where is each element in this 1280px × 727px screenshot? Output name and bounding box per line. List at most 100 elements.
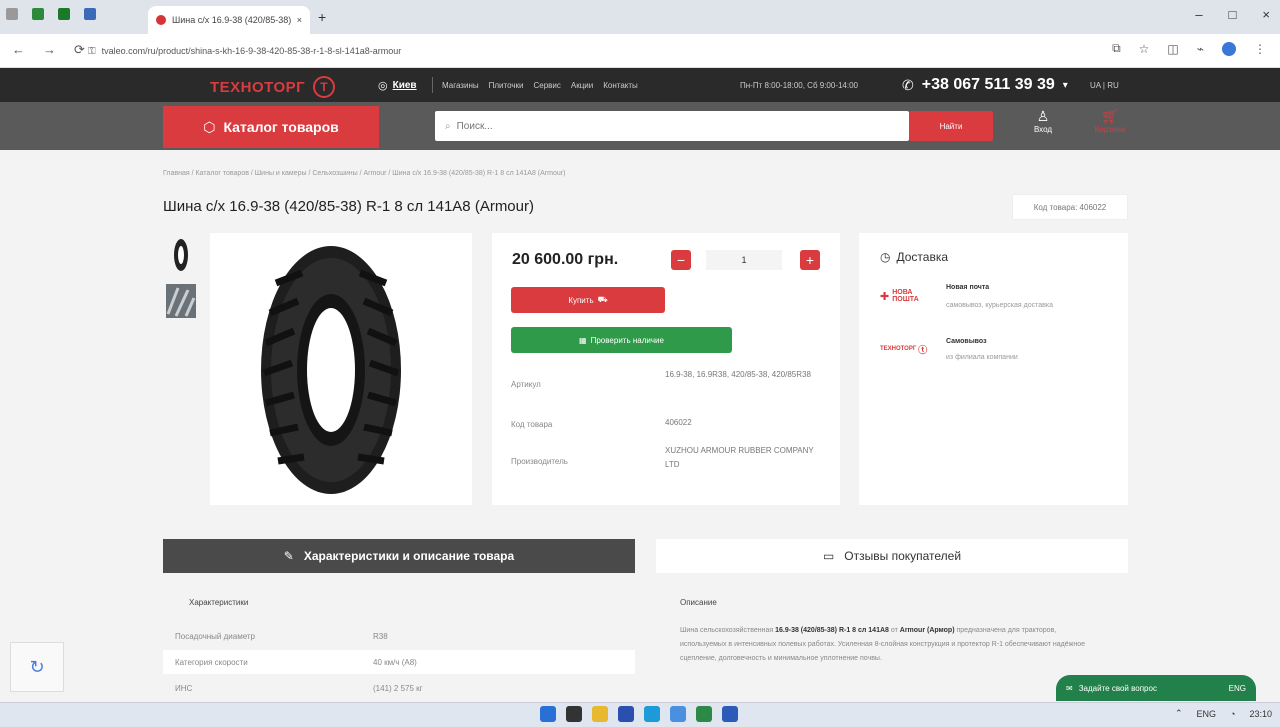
logo-text: ТЕХНОТОРГ bbox=[210, 78, 306, 96]
chat-lang[interactable]: ENG bbox=[1229, 684, 1246, 693]
browser-tab-active[interactable]: Шина с/х 16.9-38 (420/85-38) R-1 ... × bbox=[148, 6, 310, 34]
quantity-input[interactable]: 1 bbox=[706, 250, 782, 270]
product-code-badge: Код товара: 406022 bbox=[1012, 194, 1128, 220]
delivery-item-name: Самовывоз bbox=[946, 338, 987, 345]
tab-reviews-label: Отзывы покупателей bbox=[844, 549, 962, 563]
menu-item-promos[interactable]: Акции bbox=[571, 81, 593, 90]
tab-close-icon[interactable]: × bbox=[297, 15, 302, 25]
back-icon[interactable]: ← bbox=[12, 42, 25, 58]
menu-item-service[interactable]: Сервис bbox=[533, 81, 560, 90]
delivery-item-sub: самовывоз, курьерская доставка bbox=[946, 302, 1053, 309]
chevron-down-icon[interactable]: ▾ bbox=[1063, 80, 1068, 91]
catalog-button[interactable]: ⬡ Каталог товаров bbox=[163, 106, 379, 148]
check-availability-button[interactable]: ▦ Проверить наличие bbox=[511, 327, 732, 353]
pickup-logo-text: ТЕХНОТОРГ bbox=[880, 346, 917, 352]
search-button[interactable]: Найти bbox=[909, 111, 993, 141]
app-icon[interactable] bbox=[84, 8, 96, 20]
char-value: (141) 2 575 кг bbox=[373, 683, 423, 693]
recaptcha-badge[interactable]: ↻ bbox=[10, 642, 64, 692]
app-icon[interactable] bbox=[32, 8, 44, 20]
start-icon[interactable] bbox=[540, 706, 556, 722]
chrome-icon[interactable] bbox=[670, 706, 686, 722]
menu-item-stores[interactable]: Магазины bbox=[442, 81, 479, 90]
logo-mark-icon: ⓣ bbox=[918, 344, 928, 355]
new-tab-button[interactable]: + bbox=[318, 9, 326, 25]
site-logo[interactable]: ТЕХНОТОРГ Т bbox=[210, 76, 336, 98]
wifi-icon[interactable]: ◔ bbox=[1230, 709, 1235, 719]
menu-item-tiles[interactable]: Плиточки bbox=[489, 81, 524, 90]
spec-key: Производитель bbox=[511, 457, 568, 466]
chat-widget[interactable]: ✉ Задайте свой вопрос ENG bbox=[1056, 675, 1256, 701]
close-window-icon[interactable]: × bbox=[1262, 7, 1270, 22]
tray-lang[interactable]: ENG bbox=[1197, 709, 1217, 719]
tray-clock[interactable]: 23:10 bbox=[1249, 709, 1272, 719]
translate-icon[interactable]: ⧉ bbox=[1112, 41, 1121, 56]
cart-button[interactable]: 🛒︎ Корзина bbox=[1090, 108, 1130, 134]
city-selector[interactable]: ◎ Киев bbox=[378, 79, 417, 92]
edge-icon[interactable] bbox=[644, 706, 660, 722]
buy-button[interactable]: Купить ⛟ bbox=[511, 287, 665, 313]
search-box: ⌕ bbox=[435, 111, 909, 141]
description-title: Описание bbox=[680, 598, 717, 607]
url-bar[interactable]: ⚿ tvaleo.com/ru/product/shina-s-kh-16-9-… bbox=[88, 40, 1108, 62]
forward-icon[interactable]: → bbox=[43, 42, 56, 58]
vpn-icon[interactable]: ⌁ bbox=[1197, 42, 1204, 56]
char-key: Категория скорости bbox=[175, 657, 248, 667]
desc-product: 16.9-38 (420/85-38) R-1 8 сл 141A8 bbox=[775, 627, 889, 634]
qty-increase-button[interactable]: + bbox=[800, 250, 820, 270]
phone-text: +38 067 511 39 39 bbox=[921, 76, 1055, 93]
breadcrumb[interactable]: Главная / Каталог товаров / Шины и камер… bbox=[163, 170, 565, 177]
phone-icon: ✆ bbox=[902, 76, 914, 93]
city-name: Киев bbox=[392, 80, 417, 91]
extensions-icon[interactable]: ◫ bbox=[1167, 42, 1178, 56]
delivery-item-sub: из филиала компании bbox=[946, 354, 1018, 361]
thumbnail-tire[interactable] bbox=[166, 236, 196, 274]
favicon-icon bbox=[156, 15, 166, 25]
language-switch[interactable]: UA | RU bbox=[1090, 81, 1119, 90]
search-input[interactable] bbox=[456, 120, 899, 132]
nova-poshta-icon: ✚ bbox=[880, 290, 890, 303]
menu-item-contacts[interactable]: Контакты bbox=[603, 81, 638, 90]
store-icon[interactable] bbox=[618, 706, 634, 722]
app-icon[interactable] bbox=[696, 706, 712, 722]
app-icon[interactable] bbox=[722, 706, 738, 722]
maximize-icon[interactable]: □ bbox=[1229, 7, 1237, 22]
product-image[interactable] bbox=[258, 243, 404, 497]
characteristics-title: Характеристики bbox=[189, 598, 249, 607]
work-hours: Пн-Пт 8:00-18:00, Сб 9:00-14:00 bbox=[740, 81, 859, 90]
calendar-icon: ▦ bbox=[579, 335, 587, 345]
char-key: ИНС bbox=[175, 683, 193, 693]
table-row: Посадочный диаметр R38 bbox=[163, 624, 635, 648]
site-info-icon[interactable]: ⚿ bbox=[88, 46, 96, 57]
phone-number[interactable]: ✆ +38 067 511 39 39 ▾ bbox=[902, 76, 1068, 94]
login-button[interactable]: ♙ Вход bbox=[1026, 108, 1060, 134]
app-icon[interactable] bbox=[58, 8, 70, 20]
browser-menu-icon[interactable]: ⋮ bbox=[1254, 42, 1266, 56]
spec-value: 406022 bbox=[665, 418, 692, 427]
product-thumbnails bbox=[166, 236, 196, 328]
tabbar-icons bbox=[6, 8, 96, 20]
profile-avatar[interactable] bbox=[1222, 41, 1236, 56]
system-tray: ⌃ ENG ◔ 23:10 bbox=[1175, 708, 1272, 719]
tab-reviews[interactable]: ▭ Отзывы покупателей bbox=[656, 539, 1128, 573]
tab-characteristics[interactable]: ✎ Характеристики и описание товара bbox=[163, 539, 635, 573]
char-value: 40 км/ч (A8) bbox=[373, 657, 417, 667]
nova-poshta-logo: ✚ НОВА ПОШТА bbox=[880, 285, 936, 307]
user-icon: ♙ bbox=[1036, 108, 1050, 124]
search-taskbar-icon[interactable] bbox=[566, 706, 582, 722]
thumbnail-tread[interactable] bbox=[166, 282, 196, 320]
minimize-icon[interactable]: – bbox=[1195, 7, 1202, 22]
cart-label: Корзина bbox=[1094, 125, 1126, 134]
window-menu-icon[interactable] bbox=[6, 8, 18, 20]
chevron-up-icon[interactable]: ⌃ bbox=[1175, 708, 1183, 719]
desc-mid: от bbox=[888, 627, 900, 634]
cube-icon: ⬡ bbox=[203, 118, 216, 135]
qty-decrease-button[interactable]: − bbox=[671, 250, 691, 270]
chat-icon: ✉ bbox=[1066, 683, 1073, 693]
desc-brand: Armour (Армор) bbox=[899, 627, 955, 634]
reload-icon[interactable]: ⟳ bbox=[74, 42, 85, 58]
pickup-logo: ТЕХНОТОРГ ⓣ bbox=[880, 338, 936, 360]
bookmark-star-icon[interactable]: ☆ bbox=[1139, 42, 1150, 56]
files-icon[interactable] bbox=[592, 706, 608, 722]
window-controls: – □ × bbox=[1195, 7, 1270, 22]
